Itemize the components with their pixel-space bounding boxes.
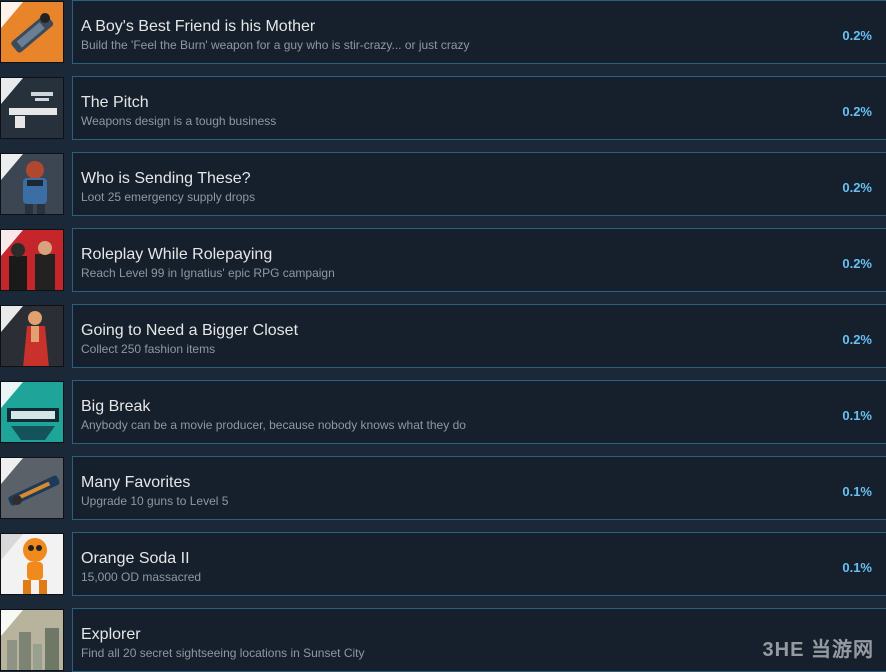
achievement-title: Orange Soda II (81, 550, 190, 568)
achievement-row[interactable]: Orange Soda II 15,000 OD massacred 0.1% (0, 532, 886, 596)
achievement-title: A Boy's Best Friend is his Mother (81, 18, 315, 36)
achievement-card: Roleplay While Rolepaying Reach Level 99… (72, 228, 886, 292)
unlock-percentage: 0.2% (842, 181, 872, 195)
achievement-card: The Pitch Weapons design is a tough busi… (72, 76, 886, 140)
unlock-percentage: 0.1% (842, 409, 872, 423)
unlock-percentage: 0.1% (842, 561, 872, 575)
achievement-card: Going to Need a Bigger Closet Collect 25… (72, 304, 886, 368)
achievement-description: Loot 25 emergency supply drops (81, 190, 255, 204)
rpg-characters-icon (0, 229, 64, 291)
unlock-percentage: 0.2% (842, 257, 872, 271)
achievement-card: A Boy's Best Friend is his Mother Build … (72, 0, 886, 64)
achievement-description: Collect 250 fashion items (81, 342, 215, 356)
rocket-launcher-icon (0, 1, 64, 63)
achievement-title: Roleplay While Rolepaying (81, 246, 272, 264)
achievement-row[interactable]: Who is Sending These? Loot 25 emergency … (0, 152, 886, 216)
achievement-description: Build the 'Feel the Burn' weapon for a g… (81, 38, 470, 52)
achievement-description: Reach Level 99 in Ignatius' epic RPG cam… (81, 266, 335, 280)
unlock-percentage: 0.1% (842, 485, 872, 499)
achievement-description: Find all 20 secret sightseeing locations… (81, 646, 364, 660)
achievement-row[interactable]: The Pitch Weapons design is a tough busi… (0, 76, 886, 140)
fashion-character-icon (0, 305, 64, 367)
achievement-row[interactable]: Roleplay While Rolepaying Reach Level 99… (0, 228, 886, 292)
achievement-title: Going to Need a Bigger Closet (81, 322, 298, 340)
orange-mascot-icon (0, 533, 64, 595)
achievement-title: Big Break (81, 398, 150, 416)
achievement-description: Upgrade 10 guns to Level 5 (81, 494, 228, 508)
achievement-title: The Pitch (81, 94, 149, 112)
achievement-list: A Boy's Best Friend is his Mother Build … (0, 0, 886, 668)
pilot-character-icon (0, 153, 64, 215)
achievement-title: Who is Sending These? (81, 170, 251, 188)
achievement-card: Big Break Anybody can be a movie produce… (72, 380, 886, 444)
achievement-card: Who is Sending These? Loot 25 emergency … (72, 152, 886, 216)
unlock-percentage: 0.2% (842, 333, 872, 347)
achievement-row[interactable]: Explorer Find all 20 secret sightseeing … (0, 608, 886, 672)
achievement-card: Many Favorites Upgrade 10 guns to Level … (72, 456, 886, 520)
achievement-description: Anybody can be a movie producer, because… (81, 418, 466, 432)
achievement-row[interactable]: Big Break Anybody can be a movie produce… (0, 380, 886, 444)
weapon-blueprint-icon (0, 77, 64, 139)
unlock-percentage: 0.2% (842, 105, 872, 119)
movie-poster-icon (0, 381, 64, 443)
achievement-title: Many Favorites (81, 474, 190, 492)
unlock-percentage: 0.2% (842, 29, 872, 43)
achievement-description: Weapons design is a tough business (81, 114, 276, 128)
achievement-title: Explorer (81, 626, 141, 644)
achievement-card: Orange Soda II 15,000 OD massacred 0.1% (72, 532, 886, 596)
gun-icon (0, 457, 64, 519)
achievement-row[interactable]: Many Favorites Upgrade 10 guns to Level … (0, 456, 886, 520)
achievement-row[interactable]: A Boy's Best Friend is his Mother Build … (0, 0, 886, 64)
site-watermark: 3HE 当游网 (763, 633, 874, 662)
achievement-description: 15,000 OD massacred (81, 570, 201, 584)
city-skyline-icon (0, 609, 64, 671)
achievement-row[interactable]: Going to Need a Bigger Closet Collect 25… (0, 304, 886, 368)
